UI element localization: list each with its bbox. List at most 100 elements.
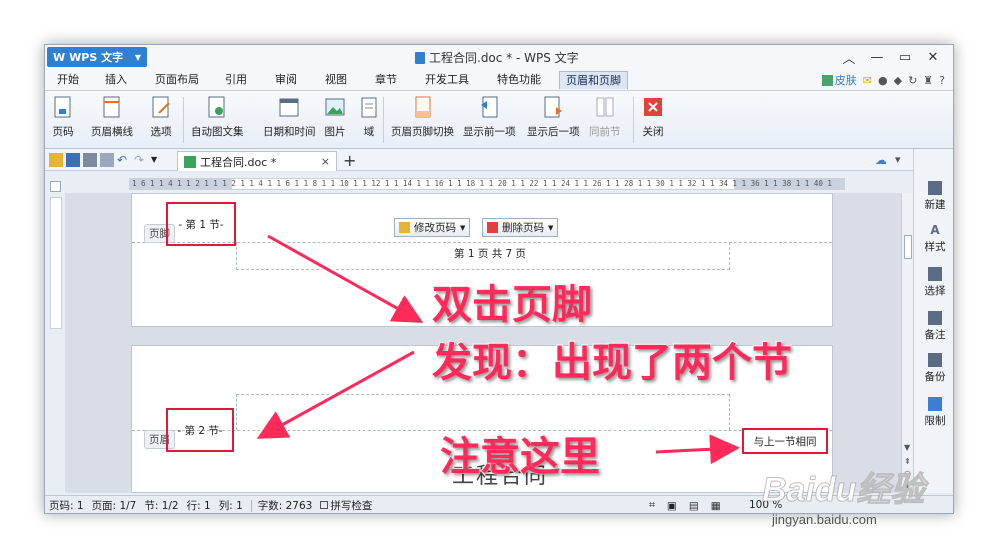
vertical-scrollbar[interactable]: ▼ ⇞ ○ ⇟ xyxy=(901,193,913,493)
options-button[interactable]: 选项 xyxy=(149,95,173,139)
page-view-icon[interactable]: ▣ xyxy=(667,500,677,512)
header-line-icon xyxy=(103,96,120,118)
doc-file-icon xyxy=(184,155,196,168)
shirt-icon[interactable]: ♜ xyxy=(923,74,933,87)
tab-review[interactable]: 审阅 xyxy=(269,71,303,89)
show-next-button[interactable]: 显示后一项 xyxy=(527,95,580,139)
print-preview-icon[interactable] xyxy=(100,153,114,167)
tab-page-layout[interactable]: 页面布局 xyxy=(149,71,205,89)
refresh-icon[interactable]: ↻ xyxy=(908,74,917,87)
tab-view[interactable]: 视图 xyxy=(319,71,353,89)
tab-features[interactable]: 特色功能 xyxy=(491,71,547,89)
page-number-icon xyxy=(54,96,71,118)
edit-icon xyxy=(399,222,410,233)
document-tab[interactable]: 工程合同.doc * × xyxy=(177,151,337,171)
show-previous-label: 显示前一项 xyxy=(463,126,516,138)
close-icon[interactable]: ✕ xyxy=(919,47,947,67)
previous-icon xyxy=(481,96,498,118)
close-header-footer-button[interactable]: 关闭 xyxy=(641,95,665,139)
taskpane-new[interactable]: 新建 xyxy=(914,181,953,212)
window-title-text: 工程合同.doc * - WPS 文字 xyxy=(429,51,579,65)
auto-text-button[interactable]: 自动图文集 xyxy=(191,95,244,139)
edit-page-number-button[interactable]: 修改页码 ▼ xyxy=(394,218,471,237)
shield-icon[interactable]: ◆ xyxy=(894,74,902,87)
same-as-previous-label: 同前节 xyxy=(589,126,621,138)
header-footer-switch-label: 页眉页脚切换 xyxy=(391,126,454,138)
tab-developer[interactable]: 开发工具 xyxy=(419,71,475,89)
save-icon[interactable] xyxy=(66,153,80,167)
page-number-label: 页码 xyxy=(52,126,74,138)
watermark-logo: Baidu经验 xyxy=(761,471,925,510)
header-line-button[interactable]: 页眉横线 xyxy=(91,95,133,139)
taskpane-notes[interactable]: 备注 xyxy=(914,311,953,342)
outline-view-icon[interactable]: ▤ xyxy=(689,500,699,512)
ruler-corner-button[interactable] xyxy=(50,181,61,192)
open-folder-icon[interactable] xyxy=(49,153,63,167)
taskpane-styles[interactable]: A 样式 xyxy=(914,223,953,254)
horizontal-ruler[interactable]: 1 6 1 1 4 1 1 2 1 1 1 2 1 1 4 1 1 6 1 1 … xyxy=(129,178,845,190)
taskpane-backup[interactable]: 备份 xyxy=(914,353,953,384)
web-view-icon[interactable]: ▦ xyxy=(711,500,721,512)
focus-mode-icon[interactable]: ⌗ xyxy=(649,499,655,512)
taskpane-select-label: 选择 xyxy=(924,285,946,297)
new-tab-button[interactable]: + xyxy=(343,151,356,170)
customize-toolbar-icon[interactable]: ▼ xyxy=(151,153,165,167)
page-number-button[interactable]: 页码 xyxy=(51,95,75,139)
field-button[interactable]: 域 xyxy=(357,95,381,139)
skin-button[interactable]: 皮肤 xyxy=(821,72,857,88)
chevron-down-icon: ▼ xyxy=(134,52,141,62)
date-time-button[interactable]: 日期和时间 xyxy=(263,95,316,139)
vertical-ruler[interactable] xyxy=(50,197,62,329)
same-as-previous-button[interactable]: 同前节 xyxy=(589,95,621,139)
styles-icon: A xyxy=(930,223,940,237)
menu-bar: 开始 插入 页面布局 引用 审阅 视图 章节 开发工具 特色功能 页眉和页脚 皮… xyxy=(45,69,953,91)
minimize-icon[interactable]: — xyxy=(863,47,891,67)
app-menu-button[interactable]: W WPS 文字 ▼ xyxy=(47,47,147,67)
tab-references[interactable]: 引用 xyxy=(219,71,253,89)
window-controls: ︿ — ▭ ✕ xyxy=(835,47,947,67)
mail-icon[interactable]: ✉ xyxy=(863,74,872,87)
show-previous-button[interactable]: 显示前一项 xyxy=(463,95,516,139)
delete-page-number-button[interactable]: 删除页码 ▼ xyxy=(482,218,559,237)
taskpane-select[interactable]: 选择 xyxy=(914,267,953,298)
collapse-icon[interactable]: ︿ xyxy=(835,47,863,67)
cloud-icon[interactable]: ☁ xyxy=(875,153,887,167)
edit-page-number-label: 修改页码 xyxy=(414,222,456,234)
scroll-thumb[interactable] xyxy=(904,235,912,259)
document-icon xyxy=(415,51,425,64)
spell-check-toggle[interactable]: 拼写检查 xyxy=(320,498,372,513)
tab-chapter[interactable]: 章节 xyxy=(369,71,403,89)
section-1-label: - 第 1 节- xyxy=(166,202,236,246)
print-icon[interactable] xyxy=(83,153,97,167)
chevron-down-icon: ▼ xyxy=(460,223,466,232)
taskpane-restrict-label: 限制 xyxy=(924,415,946,427)
tab-close-icon[interactable]: × xyxy=(321,155,330,168)
taskpane-notes-label: 备注 xyxy=(924,329,946,341)
picture-button[interactable]: 图片 xyxy=(323,95,347,139)
taskpane-restrict[interactable]: 限制 xyxy=(914,397,953,428)
status-word-count[interactable]: 字数: 2763 xyxy=(258,498,313,513)
document-tab-bar: ↶ ↷ ▼ 工程合同.doc * × + ☁ ▾ xyxy=(45,149,953,171)
taskpane-backup-label: 备份 xyxy=(924,371,946,383)
maximize-icon[interactable]: ▭ xyxy=(891,47,919,67)
app-menu-label: WPS 文字 xyxy=(69,51,124,64)
status-section: 节: 1/2 xyxy=(144,500,179,512)
tab-header-footer[interactable]: 页眉和页脚 xyxy=(559,71,628,89)
redo-icon[interactable]: ↷ xyxy=(134,153,148,167)
header-footer-switch-button[interactable]: 页眉页脚切换 xyxy=(391,95,454,139)
link-icon xyxy=(596,97,614,117)
help-button[interactable]: ? xyxy=(939,74,945,87)
tab-insert[interactable]: 插入 xyxy=(99,71,133,89)
feedback-icon[interactable]: ● xyxy=(878,74,888,87)
options-icon xyxy=(152,96,170,118)
tab-start[interactable]: 开始 xyxy=(51,71,85,89)
document-tab-label: 工程合同.doc * xyxy=(200,155,277,169)
header-line-label: 页眉横线 xyxy=(91,126,133,138)
annotation-note-here: 注意这里 xyxy=(439,433,601,481)
ribbon: 页码 页眉横线 选项 自动图文集 日期和时间 图片 域 页眉页脚切换 显示前一项… xyxy=(45,91,953,149)
calendar-icon xyxy=(279,98,299,117)
ribbon-separator xyxy=(183,97,184,143)
pane-toggle-icon[interactable]: ▾ xyxy=(895,153,901,166)
taskpane-new-label: 新建 xyxy=(924,199,946,211)
undo-icon[interactable]: ↶ xyxy=(117,153,131,167)
